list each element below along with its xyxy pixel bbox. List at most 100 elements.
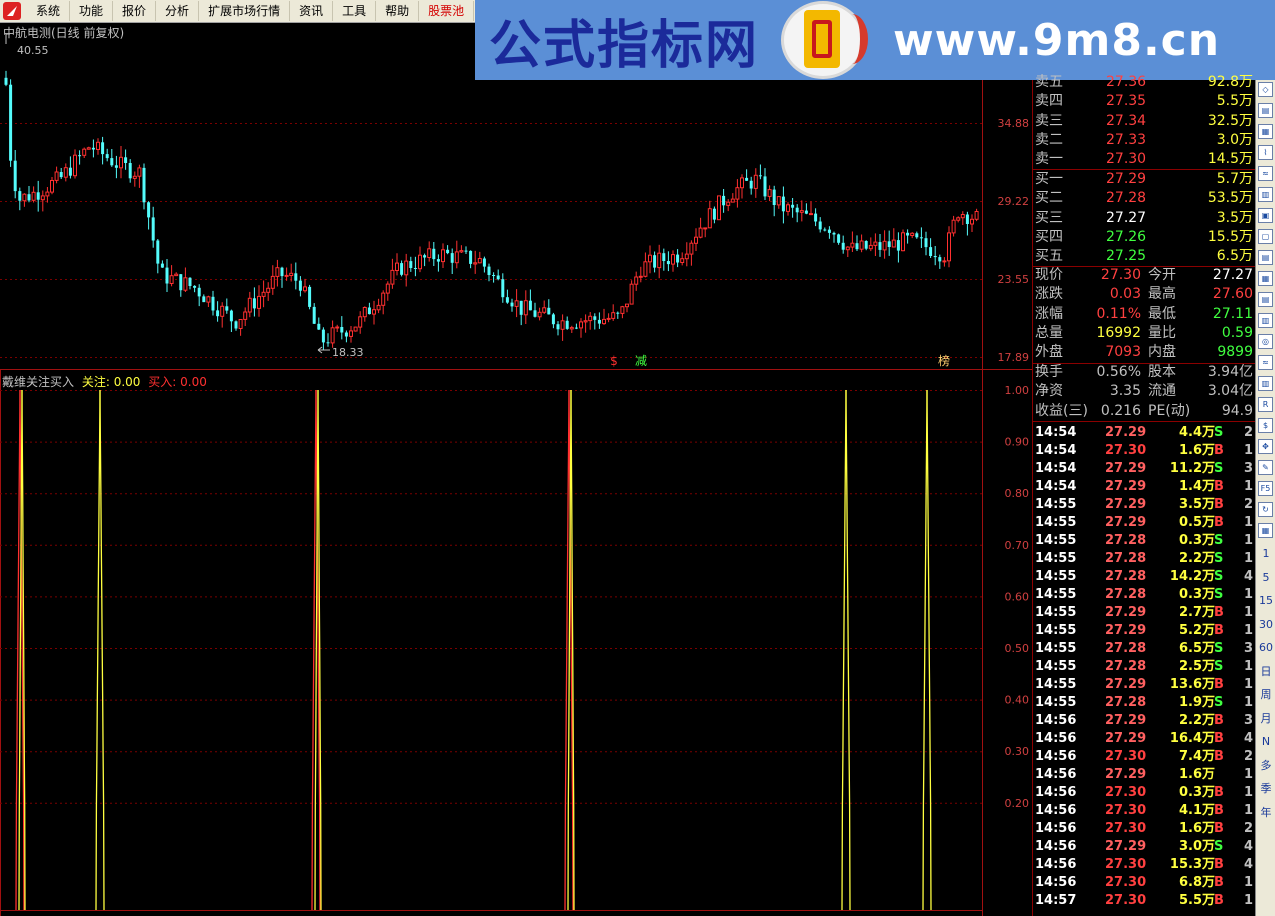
chart-area[interactable]: 34.88 29.22 23.55 17.89 40.55 18.33 $ 减 榜 1.00 0.9… <box>0 22 1032 916</box>
stat-label: 现价 <box>1035 267 1063 283</box>
toolbar-chart-icon[interactable]: ▥ <box>1258 313 1273 328</box>
candle-body <box>841 242 845 250</box>
toolbar-f5-icon[interactable]: F5 <box>1258 481 1273 496</box>
indicator-spike <box>99 389 105 911</box>
tick-time: 14:55 <box>1035 677 1077 692</box>
candle-body <box>776 196 781 206</box>
menu-item-8[interactable]: 股票池 <box>419 1 475 21</box>
toolbar-rotate-icon[interactable]: ↻ <box>1258 502 1273 517</box>
menu-item-6[interactable]: 工具 <box>333 1 377 21</box>
guanzhu-value: 0.00 <box>113 375 141 389</box>
period-button-0[interactable]: 1 <box>1258 546 1274 562</box>
stat-row: 涨幅 0.11% 最低 27.11 <box>1033 305 1255 324</box>
toolbar-move-icon[interactable]: ✥ <box>1258 439 1273 454</box>
indicator-axis-label: 0.40 <box>1005 694 1030 707</box>
period-button-9[interactable]: 多 <box>1258 758 1274 774</box>
candle-body <box>450 253 454 263</box>
menu-item-1[interactable]: 功能 <box>70 1 114 21</box>
tick-price: 27.29 <box>1105 515 1147 530</box>
fund-label: 流通 <box>1148 383 1176 400</box>
period-button-10[interactable]: 季 <box>1258 781 1274 797</box>
candle-body <box>657 252 662 269</box>
toolbar-grid-icon[interactable]: ▦ <box>1258 523 1273 538</box>
toolbar-chart-icon[interactable]: ▦ <box>1258 271 1273 286</box>
candle-body <box>528 300 532 311</box>
toolbar-chart-icon[interactable]: ≈ <box>1258 166 1273 181</box>
chart-canvas[interactable]: 34.88 29.22 23.55 17.89 40.55 18.33 $ 减 榜 1.00 0.9… <box>0 22 1032 916</box>
toolbar-chart-icon[interactable]: ≈ <box>1258 355 1273 370</box>
toolbar-chart-icon[interactable]: ▤ <box>1258 250 1273 265</box>
period-button-3[interactable]: 30 <box>1258 617 1274 633</box>
tick-side: S <box>1214 569 1224 584</box>
toolbar-chart-icon[interactable]: ▤ <box>1258 103 1273 118</box>
tick-side: B <box>1214 497 1224 512</box>
stat-value: 0.11% <box>1096 305 1141 322</box>
stat-value: 9899 <box>1217 344 1253 361</box>
tick-side: B <box>1214 479 1224 494</box>
toolbar-chart-icon[interactable]: ▦ <box>1258 124 1273 139</box>
tick-volume: 1.4万 <box>1178 479 1215 494</box>
candle-body <box>583 320 588 323</box>
ask-label: 卖四 <box>1035 93 1063 110</box>
menu-item-7[interactable]: 帮助 <box>376 1 420 21</box>
toolbar-rsi-icon[interactable]: R <box>1258 397 1273 412</box>
candle-body <box>211 296 215 311</box>
toolbar-pen-icon[interactable]: ✎ <box>1258 460 1273 475</box>
candle-body <box>280 267 284 277</box>
app-logo-icon[interactable] <box>3 2 21 20</box>
candle-body <box>956 217 961 221</box>
candle-body <box>606 317 611 320</box>
tick-price: 27.28 <box>1105 641 1147 656</box>
indicator-axis-label: 1.00 <box>1005 384 1030 397</box>
candle-body <box>413 268 417 269</box>
candle-body <box>620 306 625 314</box>
quote-separator <box>1033 421 1255 422</box>
period-button-5[interactable]: 日 <box>1258 664 1274 680</box>
tick-row: 14:56 27.30 7.4万 B 2 <box>1033 748 1255 766</box>
period-button-8[interactable]: N <box>1258 734 1274 750</box>
toolbar-chart-icon[interactable]: ◎ <box>1258 334 1273 349</box>
candle-body <box>492 275 496 276</box>
menu-item-2[interactable]: 报价 <box>113 1 157 21</box>
toolbar-chart-icon[interactable]: ▣ <box>1258 208 1273 223</box>
toolbar-chart-icon[interactable]: ▥ <box>1258 187 1273 202</box>
candle-body <box>482 258 486 267</box>
period-button-1[interactable]: 5 <box>1258 570 1274 586</box>
candle-body <box>312 306 316 324</box>
price-axis-label: 29.22 <box>998 195 1030 208</box>
period-button-2[interactable]: 15 <box>1258 593 1274 609</box>
menu-item-3[interactable]: 分析 <box>156 1 200 21</box>
toolbar-chart-icon[interactable]: ⌇ <box>1258 145 1273 160</box>
toolbar-chart-icon[interactable]: ▢ <box>1258 229 1273 244</box>
fund-label: 收益(三) <box>1035 402 1088 419</box>
period-button-6[interactable]: 周 <box>1258 687 1274 703</box>
candle-body <box>216 310 220 317</box>
candle-body <box>882 240 887 251</box>
tick-row: 14:54 27.29 11.2万 S 3 <box>1033 460 1255 478</box>
candle-body <box>441 249 445 263</box>
indicator-axis-label: 0.50 <box>1005 642 1030 655</box>
toolbar-chart-icon[interactable]: ◇ <box>1258 82 1273 97</box>
candle-body <box>308 286 312 307</box>
ask-label: 卖五 <box>1035 74 1063 90</box>
menu-item-4[interactable]: 扩展市场行情 <box>199 1 291 21</box>
candle-body <box>91 147 95 150</box>
period-button-7[interactable]: 月 <box>1258 711 1274 727</box>
period-button-11[interactable]: 年 <box>1258 805 1274 821</box>
candle-body <box>873 241 878 246</box>
tick-time: 14:56 <box>1035 857 1077 872</box>
toolbar-coin-icon[interactable]: $ <box>1258 418 1273 433</box>
tick-price: 27.29 <box>1105 425 1147 440</box>
menu-item-0[interactable]: 系统 <box>27 1 71 21</box>
tick-time: 14:57 <box>1035 893 1077 908</box>
candle-body <box>648 254 652 263</box>
period-button-4[interactable]: 60 <box>1258 640 1274 656</box>
toolbar-chart-icon[interactable]: ▥ <box>1258 376 1273 391</box>
tick-price: 27.29 <box>1105 677 1147 692</box>
candle-body <box>707 208 712 229</box>
tick-volume: 14.2万 <box>1169 569 1215 584</box>
candle-body <box>929 247 933 256</box>
tick-time: 14:56 <box>1035 839 1077 854</box>
toolbar-chart-icon[interactable]: ▤ <box>1258 292 1273 307</box>
menu-item-5[interactable]: 资讯 <box>290 1 334 21</box>
